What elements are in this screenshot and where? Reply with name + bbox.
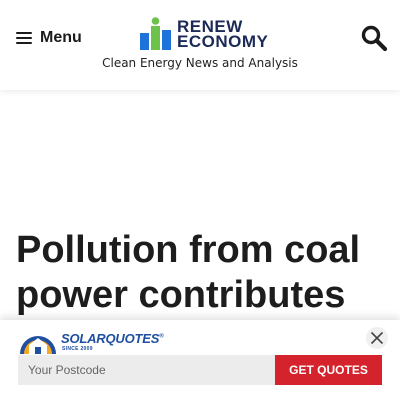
solarquotes-ad-banner: SOLARQUOTES® SINCE 2009 GET QUOTES <box>0 320 400 400</box>
site-tagline: Clean Energy News and Analysis <box>102 56 298 70</box>
close-icon <box>370 331 384 345</box>
menu-button[interactable]: Menu <box>16 26 82 50</box>
logo-line-economy: ECONOMY <box>177 32 269 51</box>
solarquotes-wordmark: SOLARQUOTES® SINCE 2009 <box>61 330 164 352</box>
logo-mark-icon <box>140 17 171 50</box>
site-header: Menu RENEW ECONOMY Clean Energy News and… <box>0 0 400 90</box>
hamburger-icon <box>16 32 32 44</box>
solarquotes-since: SINCE 2009 <box>62 345 93 352</box>
solarquotes-brand: SOLARQUOTES® <box>61 330 164 346</box>
solarquotes-logo[interactable]: SOLARQUOTES® SINCE 2009 <box>18 326 164 356</box>
renew-economy-logo[interactable]: RENEW ECONOMY <box>139 16 268 52</box>
search-button[interactable] <box>360 24 388 52</box>
logo-wordmark: RENEW ECONOMY <box>177 18 269 51</box>
postcode-input[interactable] <box>18 355 275 385</box>
close-ad-button[interactable] <box>366 327 388 349</box>
get-quotes-button[interactable]: GET QUOTES <box>275 355 382 385</box>
search-icon <box>361 25 388 52</box>
menu-label: Menu <box>40 29 82 46</box>
house-sun-icon <box>20 336 56 354</box>
